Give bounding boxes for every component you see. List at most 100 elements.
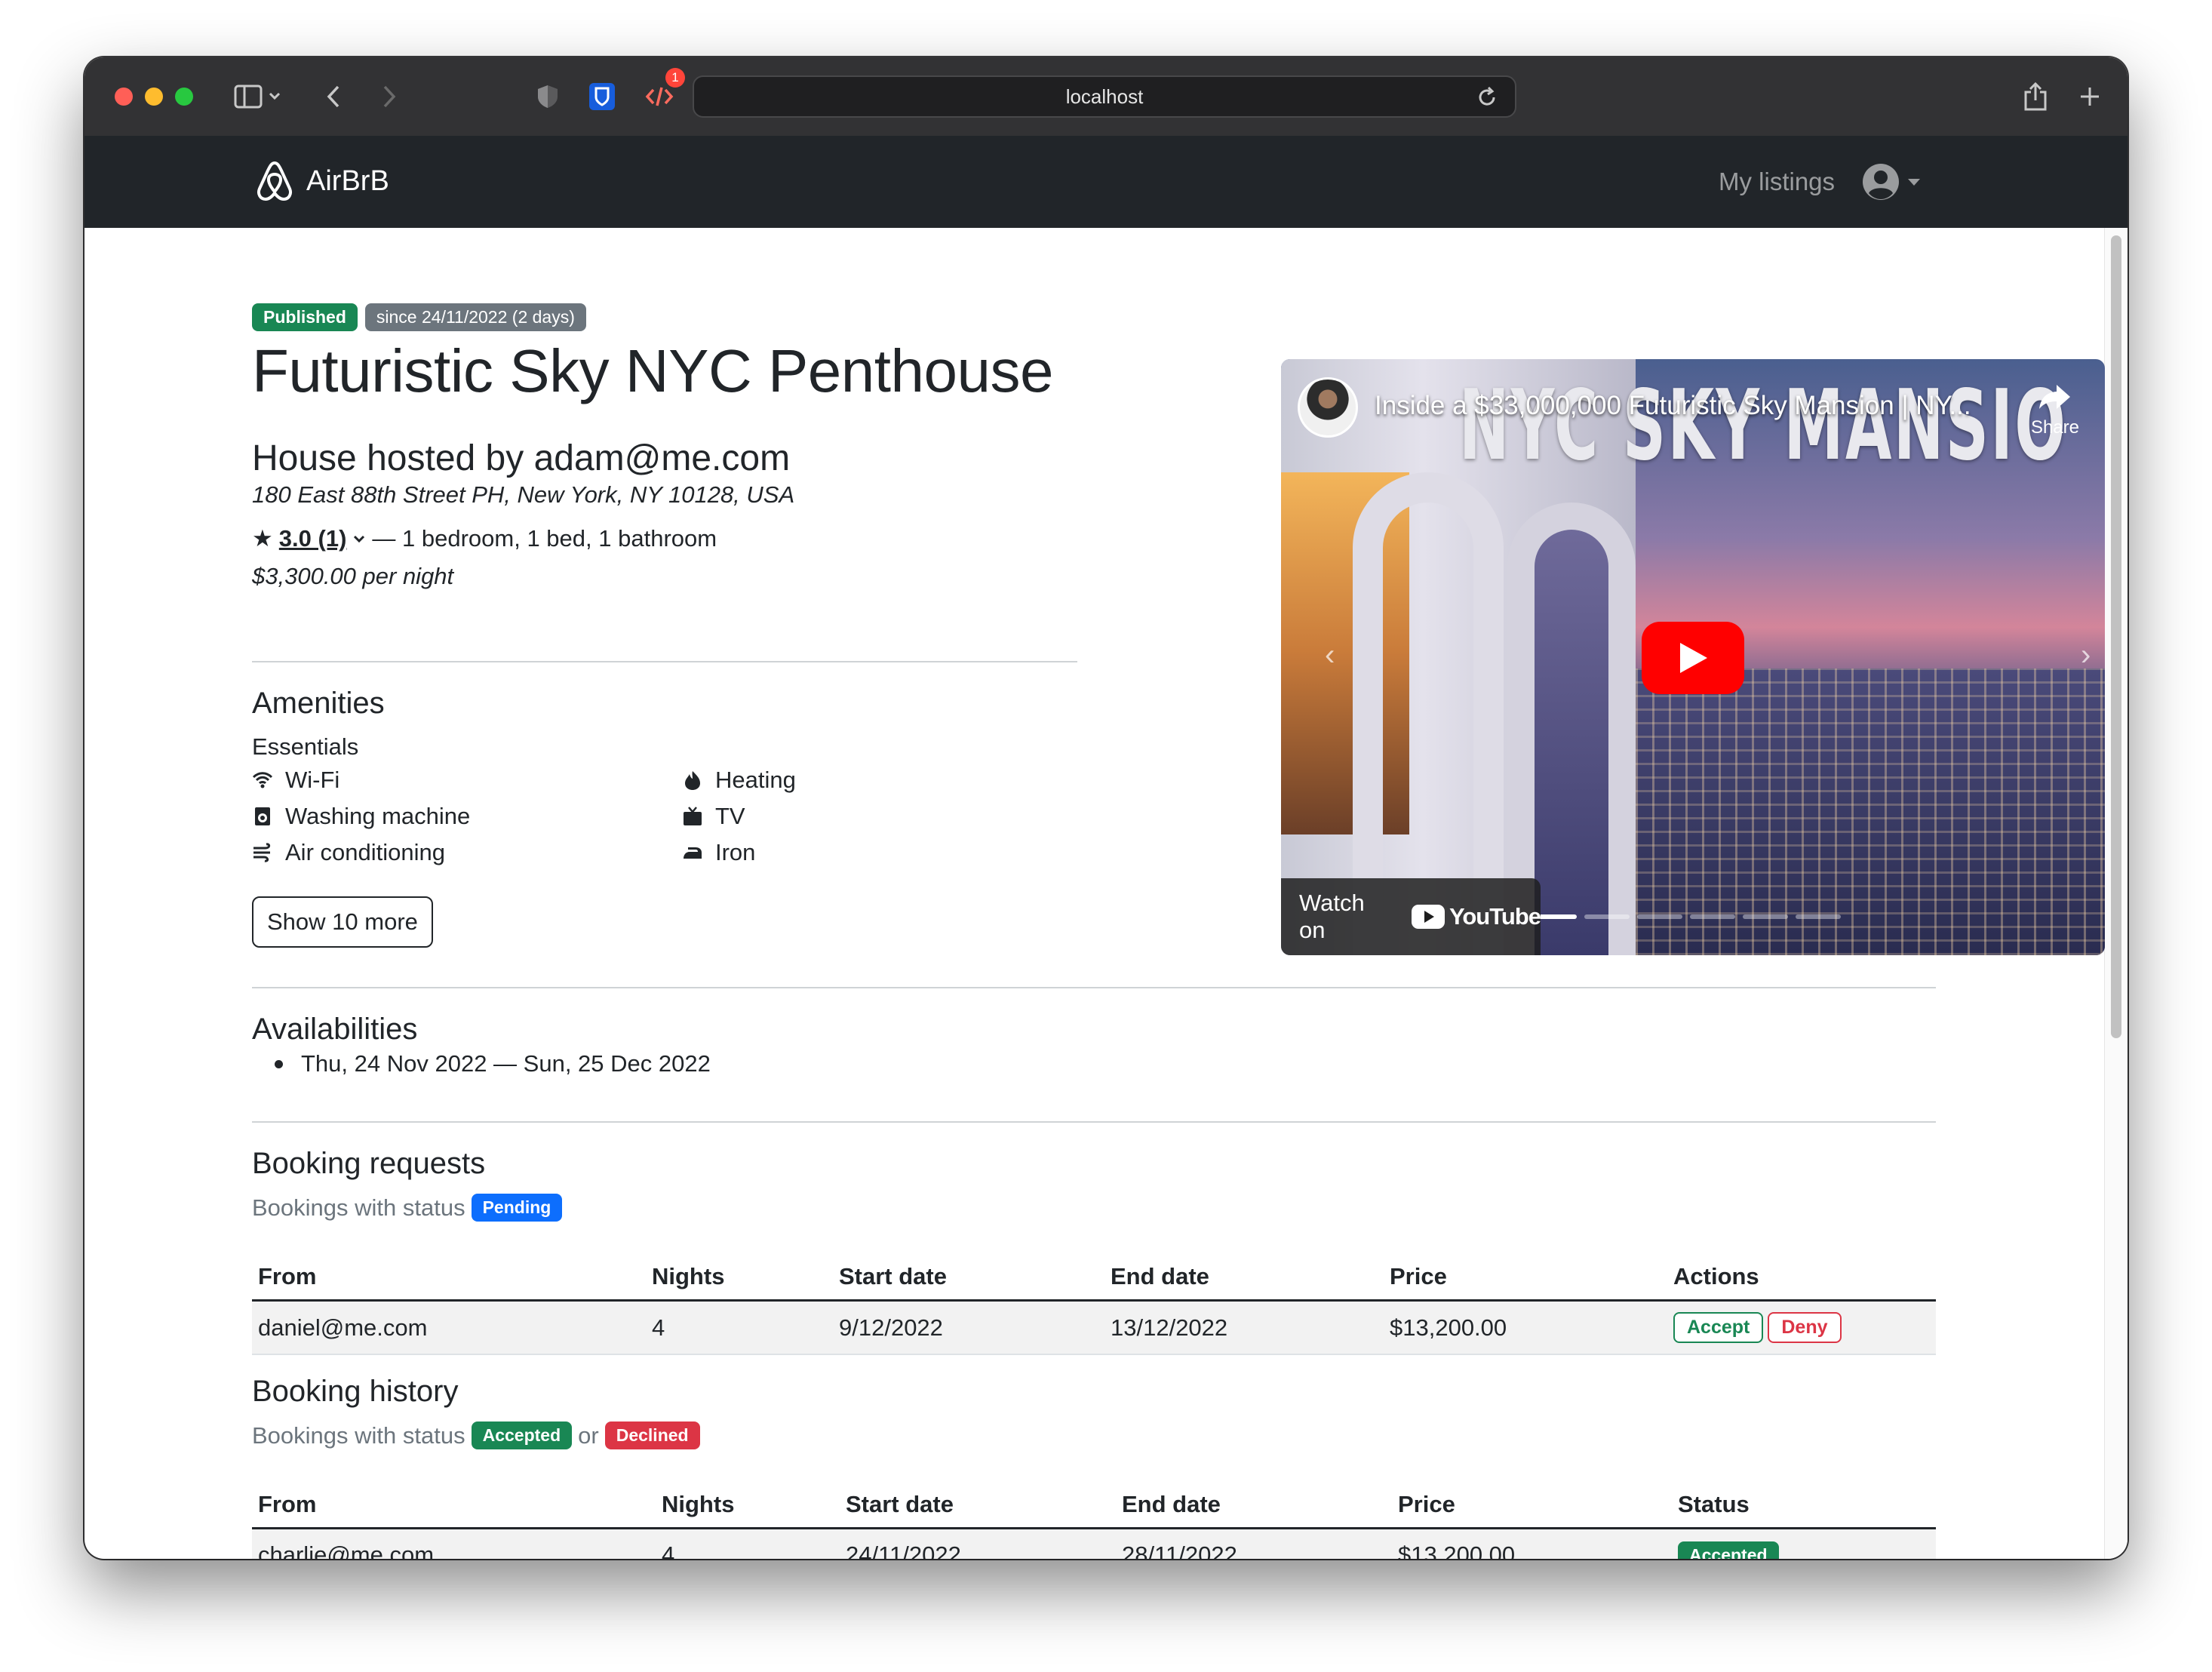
divider [252,987,1936,988]
scrollbar-thumb[interactable] [2111,235,2121,1038]
column-header: Status [1672,1482,1936,1529]
chevron-down-icon[interactable] [352,533,366,544]
my-listings-link[interactable]: My listings [1719,168,1835,196]
from-cell: charlie@me.com [252,1528,656,1559]
column-header: End date [1116,1482,1392,1529]
privacy-shield-icon[interactable] [533,77,563,116]
booking-requests-heading: Booking requests [252,1147,486,1180]
airbnb-logo-icon [257,161,292,201]
table-row: daniel@me.com 4 9/12/2022 13/12/2022 $13… [252,1300,1936,1355]
column-header: Start date [840,1482,1116,1529]
amenities-heading: Amenities [252,687,385,720]
share-label: Share [2030,417,2079,438]
column-header: End date [1104,1254,1384,1302]
rating-row: ★ 3.0 (1) — 1 bedroom, 1 bed, 1 bathroom [252,525,717,552]
column-header: Price [1392,1482,1672,1529]
amenity-item: Air conditioning [252,839,445,866]
play-button[interactable] [1642,622,1744,694]
nightly-price: $3,300.00 per night [252,563,454,589]
play-icon [1680,643,1707,673]
user-avatar-icon [1863,164,1899,200]
listing-title: Futuristic Sky NYC Penthouse [252,337,1053,404]
forward-arrow-icon[interactable] [374,77,404,116]
minimize-window-button[interactable] [145,88,163,106]
amenity-item: Iron [682,839,755,866]
tv-icon [684,807,702,825]
video-overlay-title: NYC SKY MANSIO [1459,370,2068,482]
app-navbar: AirBrB My listings [84,136,2128,228]
new-tab-plus-icon[interactable] [2073,77,2106,116]
url-text: localhost [1065,85,1144,108]
deny-button[interactable]: Deny [1768,1312,1842,1343]
chevron-left-icon[interactable]: ‹ [1325,638,1335,672]
user-menu-toggle[interactable] [1862,163,1921,201]
availabilities-heading: Availabilities [252,1013,418,1046]
amenity-item: Washing machine [252,803,470,830]
actions-cell: Accept Deny [1667,1300,1936,1355]
youtube-video-embed[interactable]: NYC SKY MANSIO Inside a $33,000,000 Futu… [1281,359,2105,955]
wifi-icon [252,772,273,788]
share-icon[interactable] [2019,77,2052,116]
availability-item: Thu, 24 Nov 2022 — Sun, 25 Dec 2022 [275,1050,711,1077]
status-cell: Accepted [1672,1528,1936,1559]
price-cell: $13,200.00 [1392,1528,1672,1559]
close-window-button[interactable] [115,88,133,106]
amenity-category: Essentials [252,733,359,760]
booking-requests-subtitle: Bookings with status Pending [252,1194,563,1222]
video-share-button[interactable]: Share [2031,382,2079,438]
end-date-cell: 13/12/2022 [1104,1300,1384,1355]
reload-icon[interactable] [1476,86,1498,114]
share-arrow-icon [2038,385,2070,409]
channel-avatar[interactable] [1298,377,1358,438]
price-cell: $13,200.00 [1384,1300,1667,1355]
status-badge: Accepted [1678,1541,1779,1559]
iron-icon [684,847,702,859]
column-header: From [252,1482,656,1529]
browser-window: 1 localhost AirBrB My listings Published… [84,57,2128,1559]
air-conditioning-icon [253,843,271,862]
pending-badge: Pending [471,1194,563,1222]
browser-toolbar: 1 localhost [84,57,2128,137]
amenity-item: Wi-Fi [252,767,339,794]
devtools-notification-badge: 1 [665,68,685,88]
published-badge: Published [252,303,358,332]
column-header: Start date [833,1254,1104,1302]
nights-cell: 4 [646,1300,833,1355]
rating-toggle[interactable]: 3.0 (1) [279,525,347,552]
video-title[interactable]: Inside a $33,000,000 Futuristic Sky Mans… [1375,391,1971,421]
listing-status-row: Published since 24/11/2022 (2 days) [252,303,586,332]
divider [252,1121,1936,1123]
caret-down-icon [1908,179,1920,186]
end-date-cell: 28/11/2022 [1116,1528,1392,1559]
watch-on-youtube-button[interactable]: Watch on YouTube [1281,878,1541,955]
start-date-cell: 24/11/2022 [840,1528,1116,1559]
bitwarden-icon[interactable] [585,77,619,116]
brand-link[interactable]: AirBrB [255,160,389,202]
accepted-badge: Accepted [471,1422,573,1450]
bullet [275,1059,283,1068]
table-row: charlie@me.com 4 24/11/2022 28/11/2022 $… [252,1528,1936,1559]
nights-cell: 4 [656,1528,840,1559]
column-header: From [252,1254,646,1302]
column-header: Price [1384,1254,1667,1302]
column-header: Nights [656,1482,840,1529]
chevron-right-icon[interactable]: › [2081,638,2091,672]
show-more-amenities-button[interactable]: Show 10 more [252,896,433,948]
washing-machine-icon [255,807,270,825]
watch-on-label: Watch on [1299,890,1365,943]
booking-history-subtitle: Bookings with status Accepted or Decline… [252,1422,700,1450]
zoom-window-button[interactable] [175,88,193,106]
start-date-cell: 9/12/2022 [833,1300,1104,1355]
address-bar[interactable]: localhost [693,75,1516,118]
sidebar-toggle-icon[interactable] [228,77,288,116]
star-icon: ★ [252,525,273,552]
accept-button[interactable]: Accept [1673,1312,1764,1343]
booking-history-heading: Booking history [252,1375,459,1408]
youtube-logo-icon: YouTube [1412,903,1541,930]
room-summary: — 1 bedroom, 1 bed, 1 bathroom [372,525,717,552]
amenity-item: Heating [682,767,796,794]
listing-address: 180 East 88th Street PH, New York, NY 10… [252,481,795,508]
amenity-item: TV [682,803,745,830]
booking-requests-table: From Nights Start date End date Price Ac… [252,1254,1936,1355]
back-arrow-icon[interactable] [318,77,349,116]
